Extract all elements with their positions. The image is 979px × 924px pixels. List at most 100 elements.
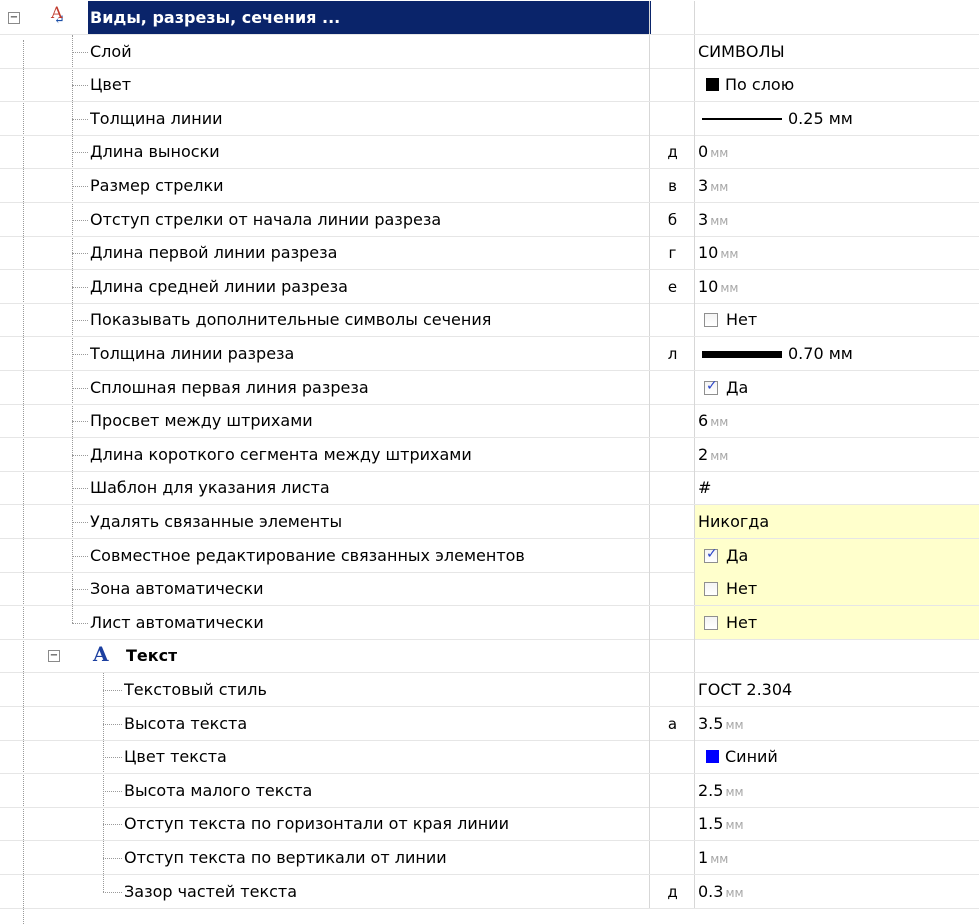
value-unit: мм: [710, 146, 729, 161]
property-row[interactable]: Просвет между штрихами 6 мм: [0, 404, 979, 439]
key-cell: [649, 639, 695, 674]
property-value[interactable]: 0.70 мм: [694, 337, 979, 371]
property-value[interactable]: Нет: [694, 572, 979, 607]
collapse-expander-icon[interactable]: −: [48, 650, 60, 663]
property-value[interactable]: ✓ Да: [694, 538, 979, 573]
property-row[interactable]: Размер стрелки в 3 мм: [0, 169, 979, 203]
tree-branch-line: [72, 219, 88, 221]
property-value[interactable]: СИМВОЛЫ: [694, 34, 979, 69]
property-row[interactable]: Длина первой линии разреза г 10 мм: [0, 236, 979, 271]
collapse-expander-icon[interactable]: −: [8, 12, 20, 24]
property-row[interactable]: Длина короткого сегмента между штрихами 2…: [0, 437, 979, 472]
row-divider: [0, 907, 979, 909]
property-row[interactable]: Отступ текста по вертикали от линии 1 мм: [0, 841, 979, 875]
checkmark-icon: ✓: [706, 545, 718, 562]
value-number: 3: [698, 209, 709, 229]
property-value[interactable]: Синий: [694, 740, 979, 775]
property-value[interactable]: #: [694, 471, 979, 506]
property-row[interactable]: Показывать дополнительные символы сечени…: [0, 303, 979, 338]
property-value[interactable]: Никогда: [694, 505, 979, 539]
tree-branch-line: [72, 286, 88, 288]
section-header-1[interactable]: − A Текст: [0, 639, 979, 674]
property-row[interactable]: Цвет текста Синий: [0, 740, 979, 775]
property-row[interactable]: Толщина линии 0.25 мм: [0, 101, 979, 136]
property-key: [649, 471, 695, 506]
property-name: Отступ стрелки от начала линии разреза: [90, 209, 442, 229]
property-key: [649, 538, 695, 573]
property-name: Размер стрелки: [90, 176, 224, 195]
tree-branch-line: [72, 152, 88, 154]
property-row[interactable]: Совместное редактирование связанных элем…: [0, 538, 979, 573]
checkbox-checked-icon[interactable]: ✓: [704, 545, 718, 563]
checkbox-unchecked-icon[interactable]: [704, 615, 718, 630]
value-unit: мм: [725, 717, 744, 732]
property-value[interactable]: 3 мм: [694, 169, 979, 203]
property-value[interactable]: 1.5 мм: [694, 807, 979, 842]
property-row[interactable]: Лист автоматически Нет: [0, 605, 979, 640]
value-unit: мм: [710, 415, 729, 430]
tree-branch-line: [72, 387, 88, 389]
property-row[interactable]: Отступ текста по горизонтали от края лин…: [0, 807, 979, 842]
property-key: е: [649, 269, 695, 304]
property-row[interactable]: Высота малого текста 2.5 мм: [0, 773, 979, 808]
property-grid: − ↵ A Виды, разрезы, сечения ... Слой СИМВОЛЫ…: [0, 0, 979, 924]
property-name: Высота текста: [124, 713, 248, 733]
property-value[interactable]: По слою: [694, 68, 979, 103]
property-row[interactable]: Цвет По слою: [0, 68, 979, 103]
property-row[interactable]: Сплошная первая линия разреза ✓ Да: [0, 370, 979, 405]
property-row[interactable]: Слой СИМВОЛЫ: [0, 34, 979, 69]
property-value[interactable]: ГОСТ 2.304: [694, 673, 979, 707]
property-value[interactable]: 6 мм: [694, 404, 979, 439]
tree-branch-line: [103, 723, 122, 725]
value-text: ГОСТ 2.304: [698, 680, 793, 699]
property-value[interactable]: 2.5 мм: [694, 773, 979, 808]
checkbox-checked-icon[interactable]: ✓: [704, 378, 718, 395]
property-row[interactable]: Длина выноски д 0 мм: [0, 135, 979, 170]
property-key: [649, 841, 695, 875]
property-row[interactable]: Текстовый стиль ГОСТ 2.304: [0, 673, 979, 707]
property-key: [649, 303, 695, 338]
property-value[interactable]: 3.5 мм: [694, 706, 979, 741]
tree-branch-line: [72, 320, 88, 322]
value-unit: мм: [725, 885, 744, 900]
checkbox-label: Да: [726, 545, 749, 565]
property-value[interactable]: 10 мм: [694, 269, 979, 304]
value-unit: мм: [710, 213, 729, 228]
property-value[interactable]: 0.25 мм: [694, 101, 979, 136]
property-key: л: [649, 337, 695, 371]
property-row[interactable]: Длина средней линии разреза е 10 мм: [0, 269, 979, 304]
checkbox-unchecked-icon[interactable]: [704, 313, 718, 328]
property-row[interactable]: Толщина линии разреза л 0.70 мм: [0, 337, 979, 371]
property-row[interactable]: Высота текста а 3.5 мм: [0, 706, 979, 741]
value-number: 10: [698, 243, 719, 263]
property-row[interactable]: Удалять связанные элементы Никогда: [0, 505, 979, 539]
property-row[interactable]: Зона автоматически Нет: [0, 572, 979, 607]
property-row[interactable]: Зазор частей текста д 0.3 мм: [0, 874, 979, 909]
color-name: По слою: [725, 75, 795, 95]
property-value[interactable]: 0.3 мм: [694, 874, 979, 909]
property-value[interactable]: Нет: [694, 303, 979, 338]
property-name: Зона автоматически: [90, 579, 264, 599]
checkbox-unchecked-icon[interactable]: [704, 582, 718, 597]
tree-branch-line: [72, 186, 88, 187]
property-row[interactable]: Отступ стрелки от начала линии разреза б 3…: [0, 202, 979, 237]
property-name: Слой: [90, 41, 132, 61]
property-value[interactable]: 1 мм: [694, 841, 979, 875]
section-header-0[interactable]: − ↵ A Виды, разрезы, сечения ...: [0, 1, 979, 35]
property-name: Текстовый стиль: [124, 680, 267, 699]
property-value[interactable]: Нет: [694, 605, 979, 640]
property-row[interactable]: Шаблон для указания листа #: [0, 471, 979, 506]
property-key: б: [649, 202, 695, 237]
property-value[interactable]: 0 мм: [694, 135, 979, 170]
tree-branch-line: [103, 824, 122, 826]
property-key: [649, 740, 695, 775]
property-key: [649, 68, 695, 103]
value-number: 1: [698, 848, 709, 867]
property-value[interactable]: 2 мм: [694, 437, 979, 472]
property-value[interactable]: 3 мм: [694, 202, 979, 237]
property-value[interactable]: 10 мм: [694, 236, 979, 271]
property-value[interactable]: ✓ Да: [694, 370, 979, 405]
value-number: 1.5: [698, 814, 724, 834]
value-unit: мм: [725, 818, 744, 833]
property-name: Совместное редактирование связанных элем…: [90, 545, 525, 565]
